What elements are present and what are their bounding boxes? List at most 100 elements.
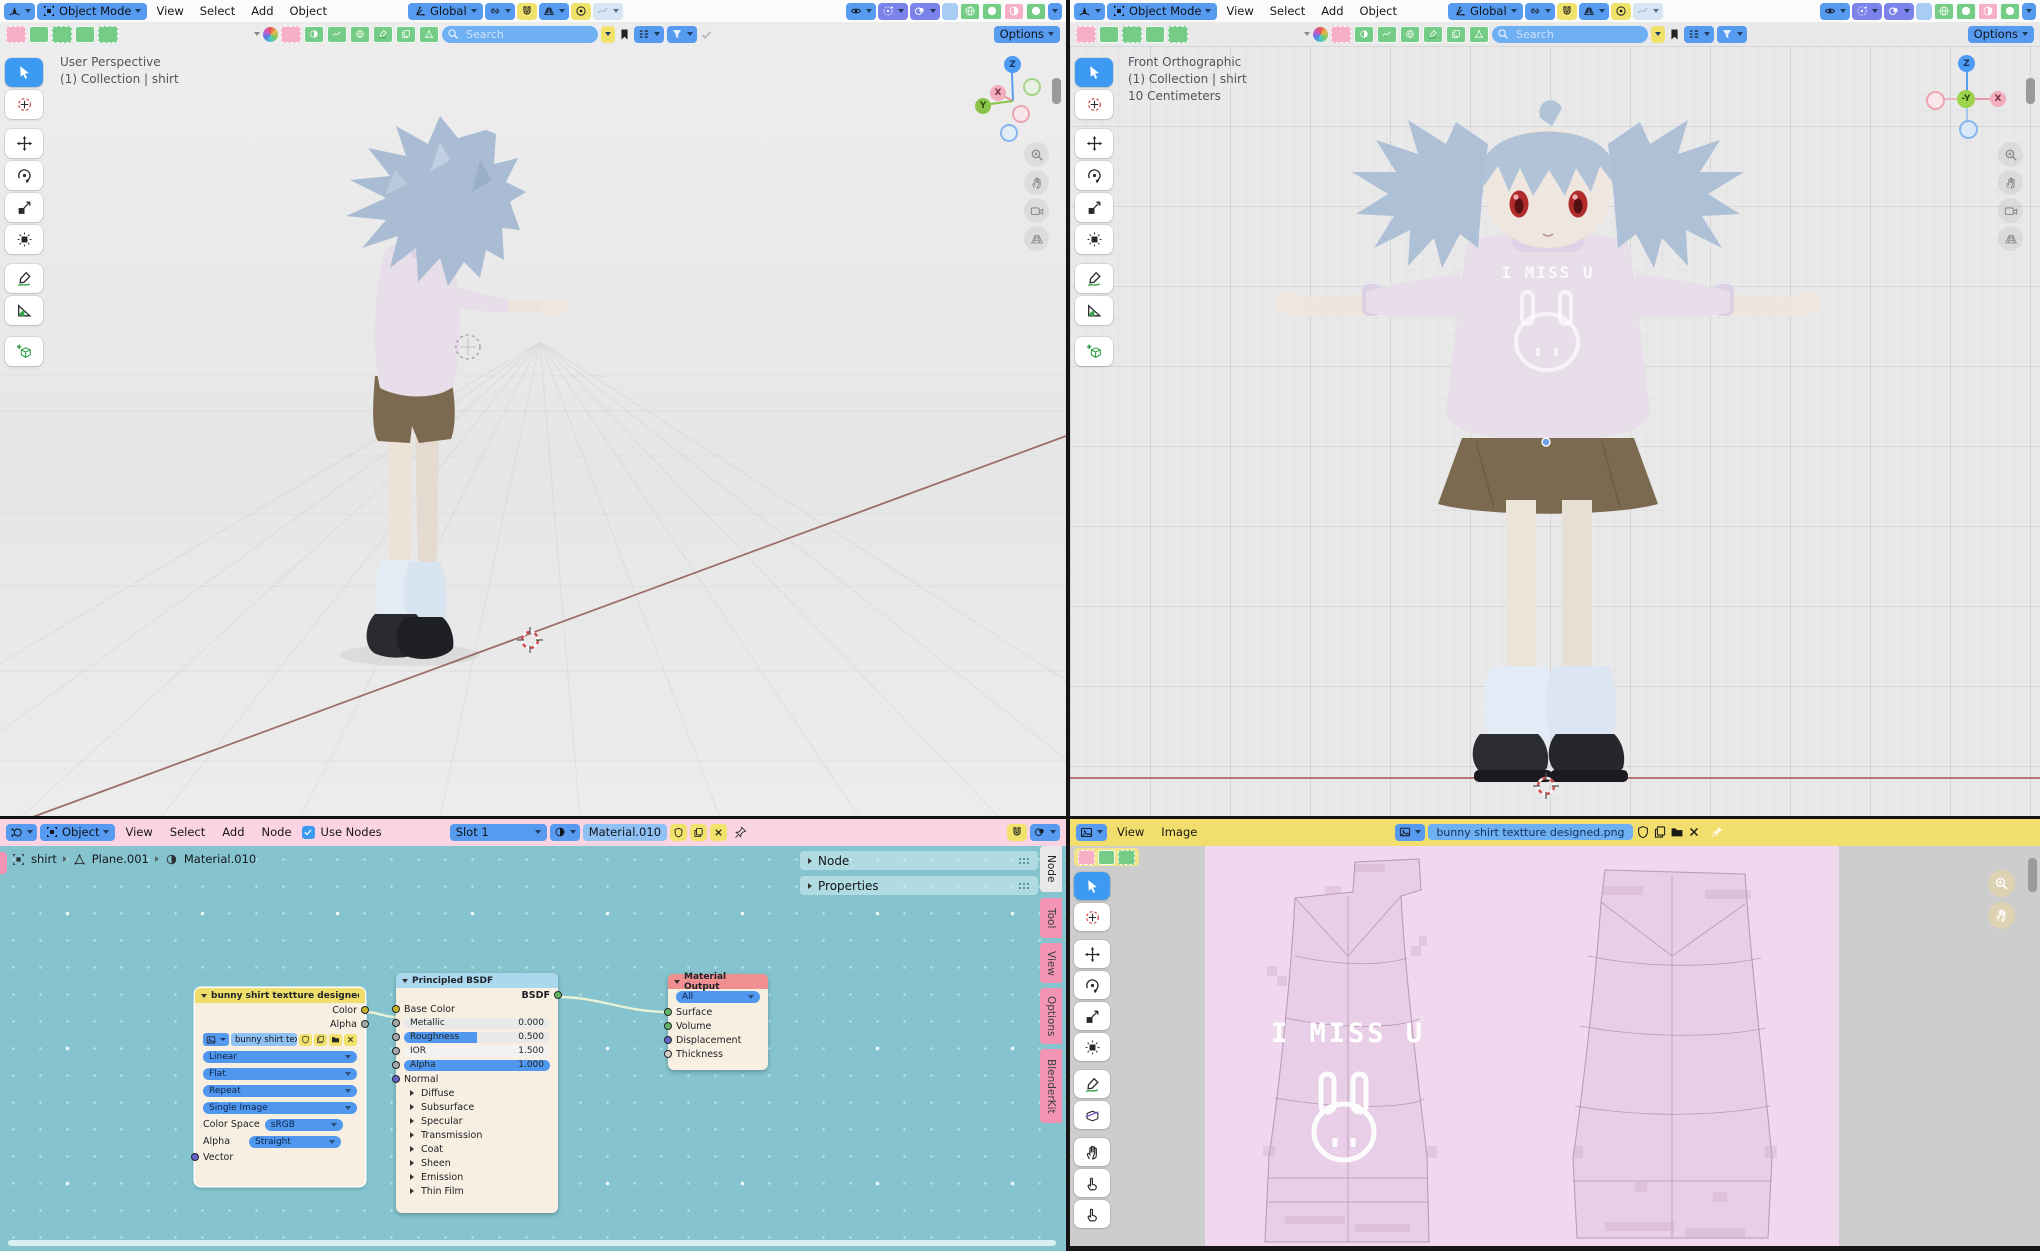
proportional-falloff-dropdown[interactable] (1633, 3, 1663, 20)
editor-type-button[interactable] (6, 824, 37, 841)
zoom-button[interactable] (1988, 870, 2015, 897)
tab-options[interactable]: Options (1040, 988, 1062, 1044)
menu-object[interactable]: Object (283, 4, 334, 18)
overlay-toggle-sphere[interactable] (1354, 26, 1374, 43)
mode-dropdown[interactable]: Object Mode (37, 3, 147, 20)
source-dropdown[interactable]: Single Image (203, 1102, 357, 1114)
editor-type-button[interactable] (1074, 3, 1105, 20)
alpha-output-socket[interactable] (361, 1020, 369, 1028)
filter-dropdown[interactable] (1717, 26, 1747, 43)
overlays-dropdown[interactable] (1884, 3, 1914, 20)
tab-view[interactable]: View (1040, 943, 1062, 983)
rotate-tool[interactable] (1074, 971, 1110, 999)
snap-target-dropdown[interactable] (1525, 3, 1555, 20)
add-primitive-tool[interactable] (1075, 337, 1113, 366)
copy-icon[interactable] (1653, 825, 1667, 839)
overlay-toggle-bone[interactable] (1469, 26, 1489, 43)
menu-add[interactable]: Add (215, 825, 251, 839)
transform-tool[interactable] (1074, 1033, 1110, 1061)
projection-dropdown[interactable]: Flat (203, 1068, 357, 1080)
shading-wireframe-button[interactable] (960, 3, 980, 20)
image-fake-user-button[interactable] (299, 1034, 312, 1046)
shading-solid-button[interactable] (1956, 3, 1976, 20)
collection-toggle-pink[interactable] (6, 26, 26, 43)
overlay-toggle-brush[interactable] (373, 26, 393, 43)
visibility-dropdown[interactable] (846, 3, 876, 20)
axis-neg-z[interactable] (1000, 124, 1018, 142)
collection-toggle-pink[interactable] (1076, 26, 1096, 43)
measure-tool[interactable] (1075, 296, 1113, 325)
scale-tool[interactable] (1075, 193, 1113, 222)
image-editor-scrollbar[interactable] (2028, 858, 2037, 892)
pan-hand-button[interactable] (1988, 902, 2015, 929)
collection-toggle-2[interactable] (1122, 26, 1142, 43)
axis-neg-y[interactable]: -Y (1957, 90, 1975, 108)
surface-input-socket[interactable] (664, 1008, 672, 1016)
shading-dropdown[interactable] (2022, 3, 2036, 20)
rotate-tool[interactable] (5, 161, 43, 190)
shading-solid-button[interactable] (982, 3, 1002, 20)
shading-material-button[interactable] (1004, 3, 1024, 20)
xray-toggle[interactable] (942, 3, 958, 20)
scale-tool[interactable] (1074, 1002, 1110, 1030)
mode-dropdown[interactable]: Object Mode (1107, 3, 1217, 20)
proportional-editing-toggle[interactable] (1611, 3, 1631, 20)
menu-view[interactable]: View (1110, 825, 1151, 839)
outliner-filter-dropdown[interactable] (634, 26, 664, 43)
axis-neg-x[interactable] (1926, 91, 1945, 110)
overlay-toggle-bone[interactable] (419, 26, 439, 43)
shading-material-button[interactable] (1978, 3, 1998, 20)
section-coat[interactable]: Coat (396, 1142, 558, 1156)
material-output-header[interactable]: Material Output (668, 974, 768, 989)
shading-rendered-button[interactable] (1026, 3, 1046, 20)
shading-wireframe-button[interactable] (1934, 3, 1954, 20)
move-tool[interactable] (1074, 940, 1110, 968)
cursor-tool[interactable] (5, 90, 43, 119)
axis-y[interactable]: Y (975, 98, 991, 114)
node-editor-hscrollbar[interactable] (8, 1240, 1056, 1246)
transform-orientation-dropdown[interactable]: Global (408, 3, 483, 20)
image-texture-node-header[interactable]: bunny shirt textture designed.png (195, 988, 365, 1003)
gizmos-dropdown[interactable] (1852, 3, 1882, 20)
texture-image[interactable]: I MISS U (1205, 846, 1839, 1251)
pin-icon[interactable] (1710, 825, 1724, 839)
shading-dropdown[interactable] (1048, 3, 1062, 20)
proportional-falloff-dropdown[interactable] (593, 3, 623, 20)
overlays-dropdown[interactable] (910, 3, 940, 20)
image-open-button[interactable] (329, 1034, 342, 1046)
character-front-view[interactable]: I MISS U (1270, 80, 1830, 800)
collection-toggle-4[interactable] (98, 26, 118, 43)
overlay-toggle-fluid[interactable] (1377, 26, 1397, 43)
vector-input-socket[interactable] (191, 1153, 199, 1161)
unlink-close-icon[interactable] (1687, 825, 1701, 839)
use-nodes-checkbox[interactable] (302, 826, 315, 839)
open-folder-icon[interactable] (1670, 825, 1684, 839)
grab-hand-tool[interactable] (1074, 1138, 1110, 1166)
fake-user-button[interactable] (670, 824, 687, 841)
menu-view[interactable]: View (1219, 4, 1260, 18)
collection-toggle-1[interactable] (1099, 26, 1119, 43)
chevron-down-icon[interactable] (254, 32, 260, 36)
bsdf-output-socket[interactable] (554, 991, 562, 999)
scale-tool[interactable] (5, 193, 43, 222)
viewport-search[interactable] (1492, 26, 1648, 43)
move-tool[interactable] (1075, 129, 1113, 158)
measure-tool[interactable] (5, 296, 43, 325)
collection-toggle-3[interactable] (1145, 26, 1165, 43)
overlay-toggle-page[interactable] (396, 26, 416, 43)
image-browse-dropdown[interactable] (203, 1033, 229, 1046)
target-dropdown[interactable]: All (676, 991, 760, 1003)
axis-z[interactable]: Z (1004, 56, 1021, 73)
material-preview-sphere[interactable] (1313, 27, 1328, 42)
normal-input-socket[interactable] (392, 1075, 400, 1083)
axis-x[interactable]: X (990, 85, 1006, 101)
proportional-editing-toggle[interactable] (571, 3, 591, 20)
viewport-search[interactable] (442, 26, 598, 43)
alpha-input-socket[interactable] (392, 1061, 400, 1069)
principled-node-header[interactable]: Principled BSDF (396, 973, 558, 988)
new-material-button[interactable] (690, 824, 707, 841)
region-toggle-nub[interactable] (0, 852, 7, 874)
character-side-view[interactable] (290, 100, 570, 680)
tab-node[interactable]: Node (1040, 846, 1062, 892)
extension-dropdown[interactable]: Repeat (203, 1085, 357, 1097)
